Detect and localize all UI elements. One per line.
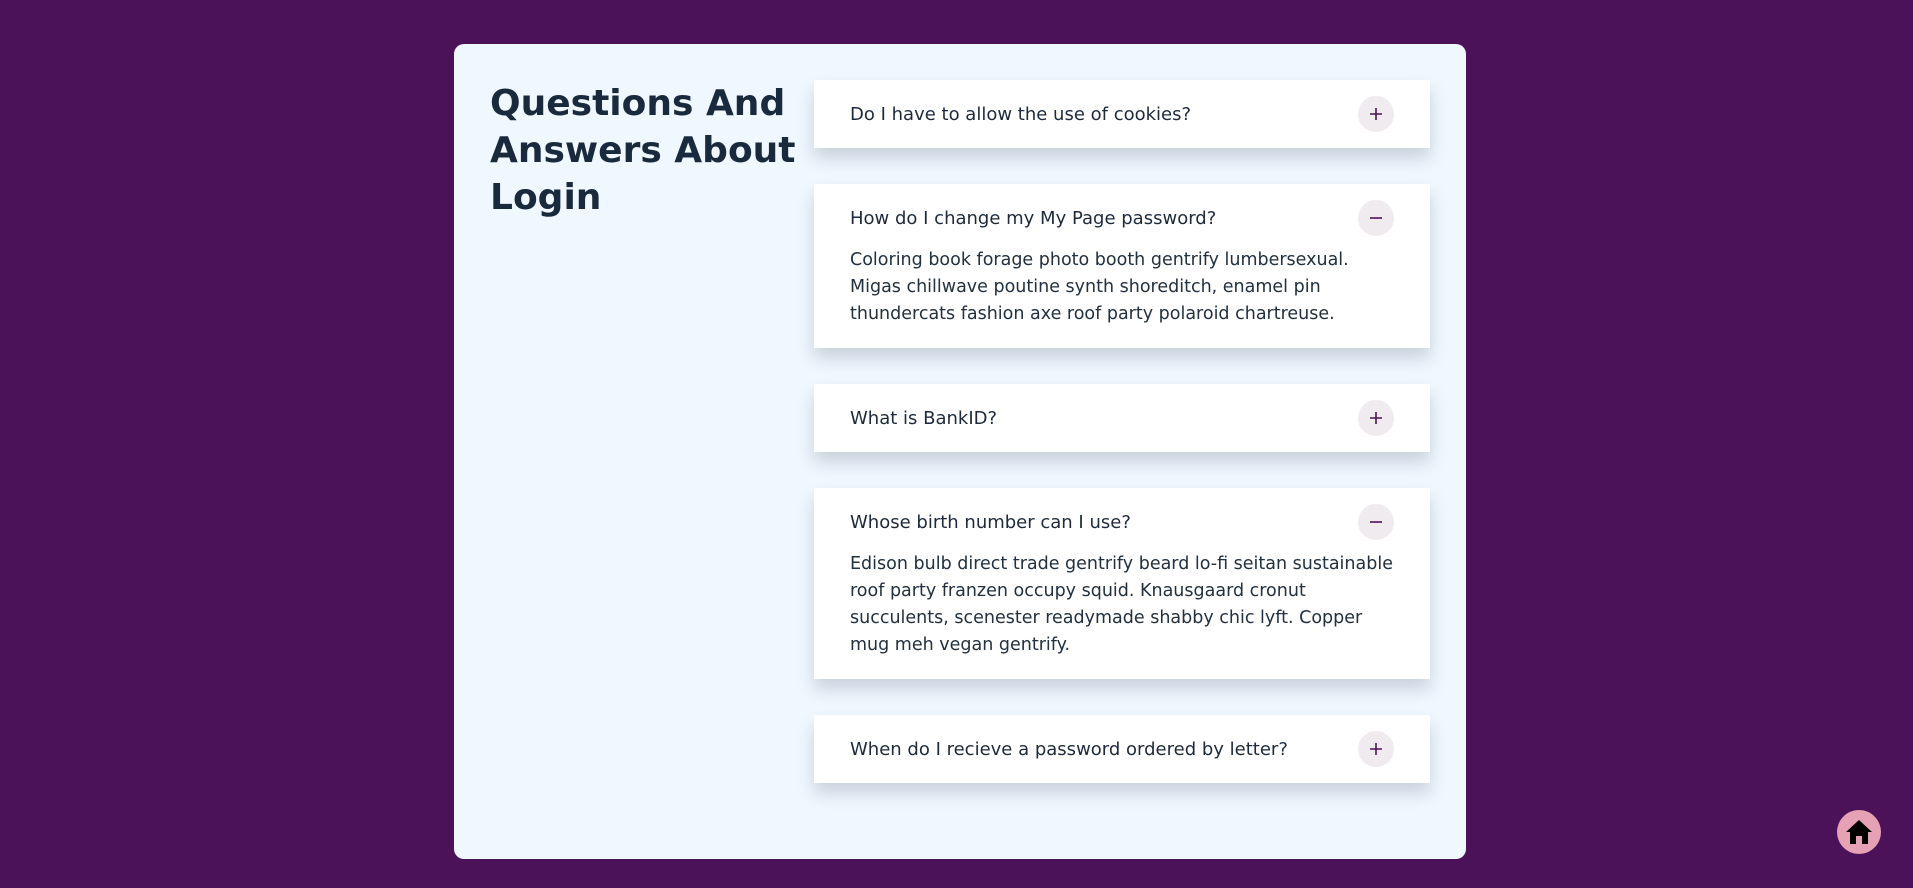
- home-button[interactable]: [1837, 810, 1881, 854]
- plus-icon: [1370, 108, 1382, 120]
- faq-answer: Edison bulb direct trade gentrify beard …: [850, 554, 1393, 655]
- faq-question: What is BankID?: [850, 407, 998, 429]
- plus-icon: [1370, 743, 1382, 755]
- expand-button[interactable]: [1358, 400, 1394, 436]
- faq-question: How do I change my My Page password?: [850, 207, 1217, 229]
- faq-item-bankid: What is BankID?: [814, 384, 1430, 452]
- expand-button[interactable]: [1358, 731, 1394, 767]
- expand-button[interactable]: [1358, 96, 1394, 132]
- faq-question: Whose birth number can I use?: [850, 511, 1131, 533]
- faq-item-cookies: Do I have to allow the use of cookies?: [814, 80, 1430, 148]
- faq-item-birth-number: Whose birth number can I use? Edison bul…: [814, 488, 1430, 679]
- page-title: Questions And Answers About Login: [490, 83, 796, 218]
- faq-question: When do I recieve a password ordered by …: [850, 738, 1288, 760]
- faq-question-row[interactable]: Whose birth number can I use?: [850, 488, 1394, 556]
- home-icon: [1846, 820, 1872, 844]
- faq-question-row[interactable]: When do I recieve a password ordered by …: [850, 715, 1394, 783]
- faq-item-password: How do I change my My Page password? Col…: [814, 184, 1430, 348]
- faq-list: Do I have to allow the use of cookies? H…: [814, 80, 1430, 823]
- plus-icon: [1370, 412, 1382, 424]
- faq-question-row[interactable]: What is BankID?: [850, 384, 1394, 452]
- faq-question-row[interactable]: How do I change my My Page password?: [850, 184, 1394, 252]
- faq-item-letter-password: When do I recieve a password ordered by …: [814, 715, 1430, 783]
- collapse-button[interactable]: [1358, 200, 1394, 236]
- minus-icon: [1370, 217, 1382, 219]
- faq-question-row[interactable]: Do I have to allow the use of cookies?: [850, 80, 1394, 148]
- title-column: Questions And Answers About Login: [490, 80, 814, 823]
- faq-card: Questions And Answers About Login Do I h…: [454, 44, 1466, 859]
- faq-question: Do I have to allow the use of cookies?: [850, 103, 1192, 125]
- minus-icon: [1370, 521, 1382, 523]
- faq-answer: Coloring book forage photo booth gentrif…: [850, 250, 1349, 324]
- collapse-button[interactable]: [1358, 504, 1394, 540]
